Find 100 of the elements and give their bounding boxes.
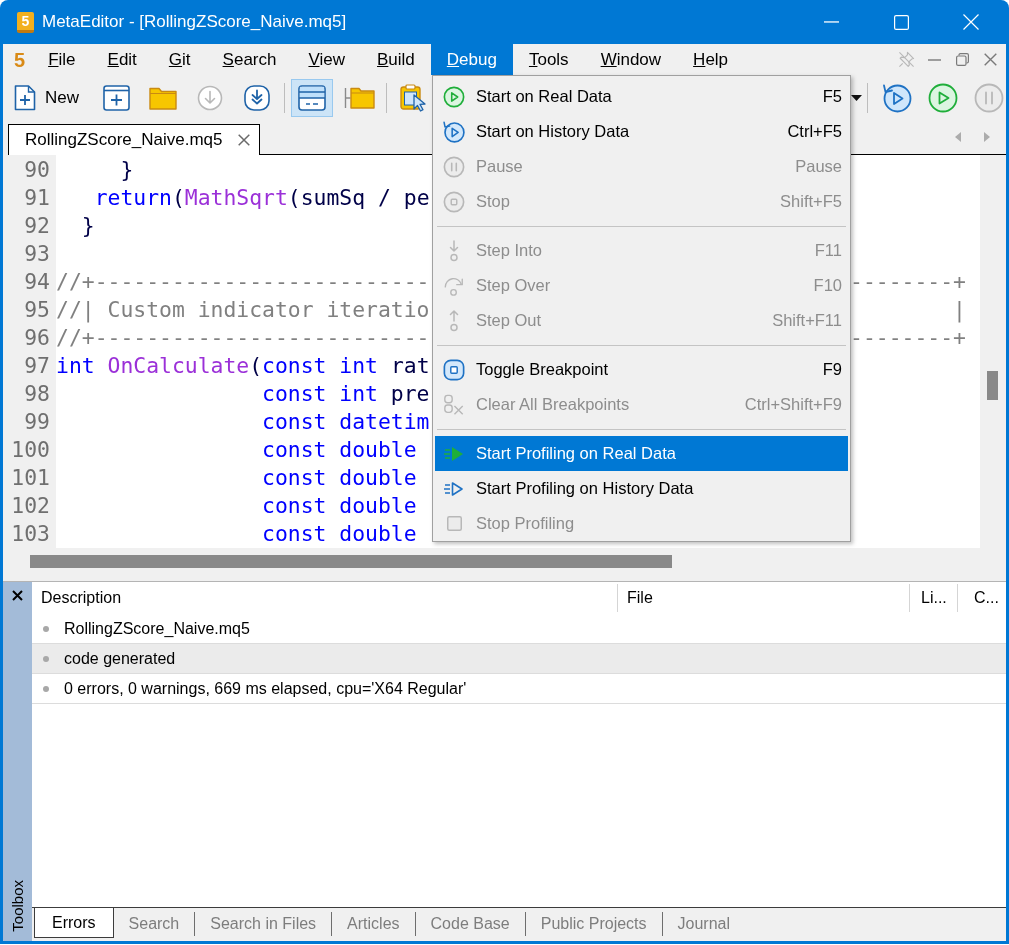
new-document-icon [14,84,36,111]
profiling-play-icon [444,445,464,462]
panel-layout-icon [298,84,326,111]
table-row[interactable]: code generated [32,644,1006,674]
toolbar-button[interactable] [291,78,333,117]
line-number: 90 [23,156,51,184]
folder-tree-icon [343,85,375,110]
code-text: } [81,213,95,238]
scrollbar-thumb[interactable] [987,371,998,400]
menu-bar-item[interactable]: Debug [430,44,513,75]
step-out-icon [447,309,461,332]
line-number: 100 [10,436,51,464]
step-into-icon [447,239,461,262]
panel-tab[interactable]: Journal [662,912,746,936]
menu-bar-item[interactable]: Help [677,44,745,75]
column-header[interactable]: File [617,584,909,612]
menu-item[interactable]: Start Profiling on History Data [435,471,848,506]
code-text: const double [262,521,417,546]
close-icon[interactable] [12,590,23,601]
bullet-icon [43,685,49,692]
code-text: const datetim [262,409,430,434]
line-number: 93 [23,240,51,268]
app-logo: 5 [17,11,34,33]
menu-bar-item[interactable]: Git [152,44,207,75]
stop-icon [443,190,465,213]
profiling-play-icon [444,480,464,497]
panel-tab[interactable]: Public Projects [525,912,663,936]
panel-tab[interactable]: Articles [332,912,416,936]
restore-icon [955,53,969,66]
keyboard-shortcut: Pause [795,156,842,178]
breakpoint-icon [443,358,465,381]
keyboard-shortcut: Ctrl+F5 [787,121,842,143]
line-number: 95 [23,296,51,324]
keyboard-shortcut: F11 [814,240,842,262]
line-number: 97 [23,352,51,380]
menu-item[interactable]: Toggle Breakpoint F9 [435,352,848,387]
clear-breakpoints-icon [443,393,465,416]
new-window-icon [102,84,130,111]
pin-icon [897,51,915,68]
line-number: 92 [23,212,51,240]
scroll-right-icon[interactable] [984,132,990,142]
dropdown-caret-icon[interactable] [851,94,862,101]
code-text: const double [262,437,417,462]
menu-item[interactable]: Start Profiling on Real Data [435,436,848,471]
close-icon [983,53,997,66]
line-number: 94 [23,268,51,296]
scrollbar-thumb[interactable] [30,555,672,568]
menu-bar-item[interactable]: Search [206,44,293,75]
folder-icon [149,85,177,110]
menu-bar-item[interactable]: Edit [91,44,153,75]
code-text: //| Custom indicator iteratio [56,297,430,322]
play-icon [443,85,465,108]
code-text: | [953,296,966,324]
download-icon [197,84,223,111]
close-icon[interactable] [238,134,251,146]
line-number: 96 [23,324,51,352]
line-number: 98 [23,380,51,408]
column-header[interactable]: Li... [909,584,957,612]
line-number: 99 [23,408,51,436]
code-text: return(MathSqrt(sumSq / pe [94,185,430,210]
code-text: --------+ [850,324,966,352]
code-text: const double [262,465,417,490]
code-text: const double [262,493,417,518]
stop-square-icon [446,516,462,531]
menu-bar-item[interactable]: View [292,44,361,75]
play-icon [928,82,958,113]
panel-title: Toolbox [10,880,25,932]
code-text: --------+ [850,268,966,296]
menu-bar-item[interactable]: File [32,44,92,75]
keyboard-shortcut: Ctrl+Shift+F9 [744,394,842,416]
menu-bar-item[interactable]: Window [584,44,678,75]
keyboard-shortcut: F9 [822,359,842,381]
new-button[interactable]: New [8,78,90,117]
column-header[interactable]: C... [957,584,1006,612]
keyboard-shortcut: F5 [822,86,842,108]
code-text: const int pre [262,381,430,406]
table-row[interactable]: 0 errors, 0 warnings, 669 ms elapsed, cpu='X64 Regular' [32,674,1006,704]
replay-icon [882,82,912,113]
panel-tab[interactable]: Search [113,912,196,936]
minimize-icon [823,21,839,23]
code-text: } [120,157,134,182]
menu-item[interactable]: Start on Real Data F5 [435,79,848,114]
menu-item[interactable]: Start on History Data Ctrl+F5 [435,114,848,149]
close-icon [963,14,979,30]
line-number: 91 [23,184,51,212]
scroll-left-icon[interactable] [955,132,961,142]
maximize-icon [893,14,909,30]
column-header[interactable]: Description [32,584,617,612]
panel-tab[interactable]: Code Base [415,912,526,936]
keyboard-shortcut: F10 [813,275,842,297]
bullet-icon [43,655,49,662]
panel-tab[interactable]: Errors [34,908,114,938]
code-text: //+-------------------------- [56,269,430,294]
keyboard-shortcut: Shift+F11 [772,310,842,332]
line-number: 101 [10,464,51,492]
panel-tab[interactable]: Search in Files [195,912,333,936]
menu-bar-item[interactable]: Build [361,44,431,75]
editor-tab[interactable]: RollingZScore_Naive.mq5 [8,124,261,155]
code-text: //+-------------------------- [56,325,430,350]
menu-bar-item[interactable]: Tools [512,44,585,75]
